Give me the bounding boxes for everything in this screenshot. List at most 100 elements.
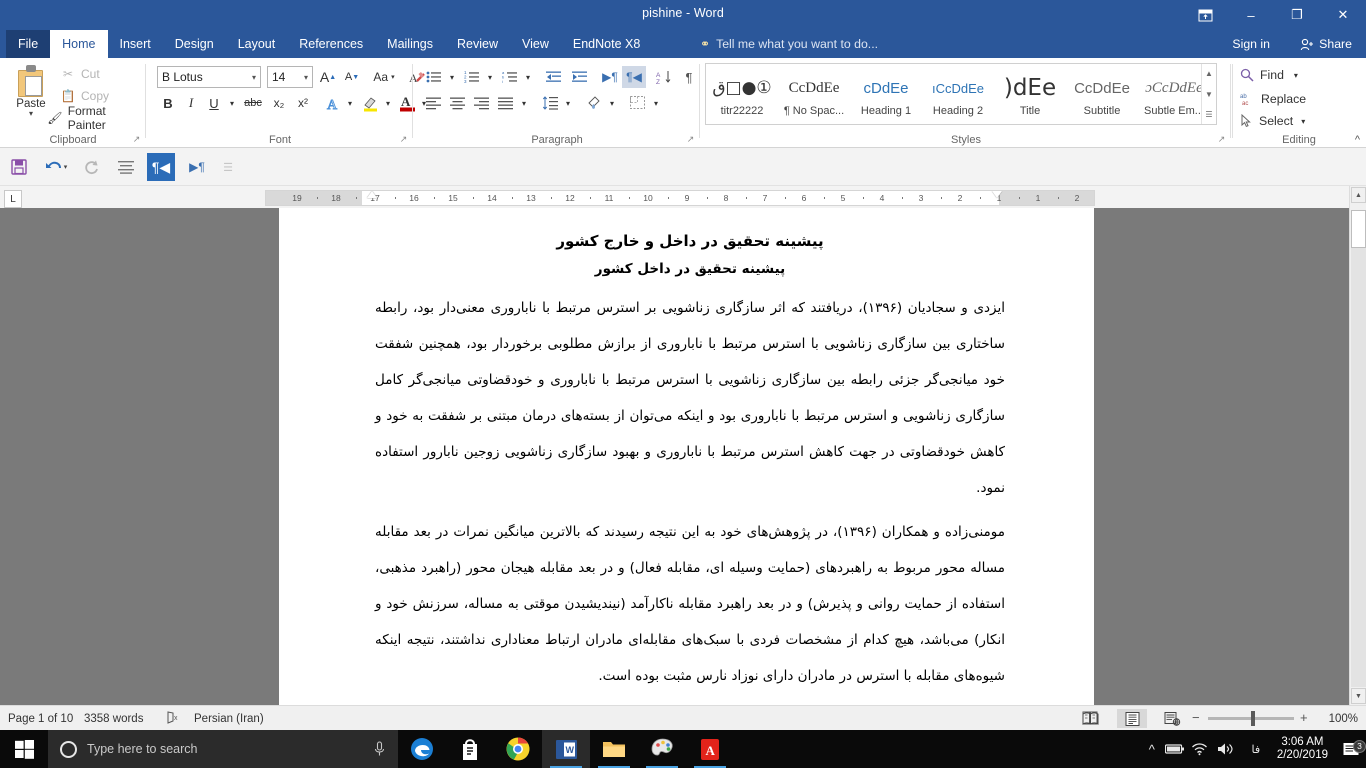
show-formatting-marks-button[interactable]: ¶ — [678, 66, 700, 88]
line-spacing-dropdown[interactable]: ▾ — [562, 92, 574, 114]
taskbar-word-icon[interactable]: W — [542, 730, 590, 768]
zoom-level[interactable]: 100% — [1329, 711, 1358, 727]
scroll-up-icon[interactable]: ▲ — [1202, 64, 1216, 83]
taskbar-acrobat-icon[interactable]: A — [686, 730, 734, 768]
tell-me-search[interactable]: ⚭ Tell me what you want to do... — [700, 30, 878, 58]
search-input[interactable]: Type here to search — [48, 730, 398, 768]
borders-button[interactable] — [626, 92, 650, 114]
scroll-down-button[interactable]: ▼ — [1351, 688, 1366, 704]
align-button[interactable] — [113, 154, 139, 180]
taskbar-edge-icon[interactable] — [398, 730, 446, 768]
horizontal-ruler[interactable]: 1918171615141312111098765432112 — [265, 190, 1095, 206]
taskbar-file-explorer-icon[interactable] — [590, 730, 638, 768]
print-layout-button[interactable] — [1117, 709, 1147, 728]
windows-start-icon[interactable] — [0, 730, 48, 768]
scroll-up-button[interactable]: ▲ — [1351, 187, 1366, 203]
rtl-paragraph-button[interactable]: ¶◀ — [622, 66, 646, 88]
increase-indent-button[interactable] — [568, 66, 592, 88]
line-spacing-button[interactable] — [538, 92, 562, 114]
scrollbar-track[interactable] — [1351, 248, 1366, 687]
chevron-down-icon[interactable]: ▾ — [304, 73, 308, 82]
notifications-button[interactable]: 3 — [1336, 742, 1366, 757]
shading-dropdown[interactable]: ▾ — [606, 92, 618, 114]
clipboard-dialog-launcher[interactable]: ↗ — [131, 134, 142, 145]
font-size-input[interactable]: 14 ▾ — [267, 66, 313, 88]
share-button[interactable]: Share — [1292, 33, 1360, 55]
style-heading-1[interactable]: cDdEe Heading 1 — [850, 64, 922, 124]
ltr-paragraph-button[interactable]: ▶¶ — [598, 66, 622, 88]
chevron-down-icon[interactable]: ▾ — [29, 110, 33, 117]
word-count[interactable]: 3358 words — [84, 711, 143, 727]
borders-dropdown[interactable]: ▾ — [650, 92, 662, 114]
rtl-text-direction-button[interactable]: ¶◀ — [147, 153, 175, 181]
underline-button[interactable]: U — [203, 92, 225, 114]
bold-button[interactable]: B — [157, 92, 179, 114]
tab-endnote-x8[interactable]: EndNote X8 — [561, 30, 652, 58]
justify-button[interactable] — [494, 92, 518, 114]
sort-button[interactable]: AZ — [652, 66, 676, 88]
format-painter-button[interactable]: 🖌 Format Painter — [47, 108, 146, 128]
style-subtle-emphasis[interactable]: ɔCcDdEe Subtle Em... — [1138, 64, 1210, 124]
battery-icon[interactable] — [1165, 743, 1191, 755]
font-name-input[interactable]: B Lotus ▾ — [157, 66, 261, 88]
collapse-ribbon-button[interactable]: ^ — [1355, 134, 1360, 146]
find-button[interactable]: Find ▾ — [1240, 64, 1298, 86]
redo-button[interactable] — [78, 154, 104, 180]
language-indicator[interactable]: Persian (Iran) — [194, 711, 264, 727]
paragraph-dialog-launcher[interactable]: ↗ — [685, 134, 696, 145]
tab-file[interactable]: File — [6, 30, 50, 58]
close-button[interactable]: ✕ — [1320, 0, 1366, 30]
bullets-dropdown[interactable]: ▾ — [446, 66, 458, 88]
style-no-spacing[interactable]: CcDdEe ¶ No Spac... — [778, 64, 850, 124]
save-button[interactable] — [6, 154, 32, 180]
restore-button[interactable]: ❐ — [1274, 0, 1320, 30]
style-title[interactable]: )dЕe Title — [994, 64, 1066, 124]
style-subtitle[interactable]: CcDdEe Subtitle — [1066, 64, 1138, 124]
proofing-errors-icon[interactable]: x — [166, 711, 182, 727]
taskbar-chrome-icon[interactable] — [494, 730, 542, 768]
select-button[interactable]: Select ▾ — [1240, 110, 1305, 132]
zoom-out-button[interactable]: − — [1192, 710, 1200, 725]
highlight-button[interactable] — [358, 92, 382, 114]
taskbar-clock[interactable]: 3:06 AM 2/20/2019 — [1269, 736, 1336, 762]
taskbar-paint-icon[interactable] — [638, 730, 686, 768]
first-line-indent-marker[interactable] — [367, 191, 377, 198]
tab-review[interactable]: Review — [445, 30, 510, 58]
more-commands-button[interactable]: ☰ — [215, 154, 241, 180]
underline-dropdown[interactable]: ▾ — [226, 92, 238, 114]
chevron-down-icon[interactable]: ▾ — [1294, 71, 1298, 80]
text-effects-button[interactable]: A — [322, 92, 344, 114]
grow-font-button[interactable]: A▲ — [317, 66, 339, 88]
subscript-button[interactable]: x₂ — [267, 92, 291, 114]
text-effects-dropdown[interactable]: ▾ — [344, 92, 356, 114]
copy-button[interactable]: 📋 Copy — [60, 86, 109, 106]
multilevel-list-dropdown[interactable]: ▾ — [522, 66, 534, 88]
show-hidden-icons-button[interactable]: ^ — [1139, 742, 1165, 757]
cut-button[interactable]: ✂ Cut — [60, 64, 100, 84]
microphone-icon[interactable] — [373, 741, 386, 757]
tab-view[interactable]: View — [510, 30, 561, 58]
tab-mailings[interactable]: Mailings — [375, 30, 445, 58]
numbering-dropdown[interactable]: ▾ — [484, 66, 496, 88]
justify-dropdown[interactable]: ▾ — [518, 92, 530, 114]
chevron-down-icon[interactable]: ▾ — [252, 73, 256, 82]
page-content[interactable]: پیشینه تحقیق در داخل و خارج کشور پیشینه … — [375, 226, 1005, 720]
tab-references[interactable]: References — [287, 30, 375, 58]
tab-home[interactable]: Home — [50, 30, 107, 58]
volume-icon[interactable] — [1217, 742, 1243, 756]
styles-gallery-scrollbar[interactable]: ▲ ▼ ☰ — [1201, 64, 1216, 124]
zoom-in-button[interactable]: + — [1300, 710, 1308, 725]
wifi-icon[interactable] — [1191, 742, 1217, 756]
tab-design[interactable]: Design — [163, 30, 226, 58]
styles-gallery[interactable]: ق□●① titr22222 CcDdEe ¶ No Spac... cDdEe… — [705, 63, 1217, 125]
scroll-down-icon[interactable]: ▼ — [1202, 85, 1216, 104]
decrease-indent-button[interactable] — [542, 66, 566, 88]
styles-dialog-launcher[interactable]: ↗ — [1216, 134, 1227, 145]
strikethrough-button[interactable]: abc — [240, 92, 266, 114]
align-center-button[interactable] — [446, 92, 470, 114]
change-case-button[interactable]: Aa▾ — [367, 66, 401, 88]
highlight-dropdown[interactable]: ▾ — [382, 92, 394, 114]
style-titr22222[interactable]: ق□●① titr22222 — [706, 64, 778, 124]
align-right-button[interactable] — [470, 92, 494, 114]
read-mode-button[interactable] — [1075, 709, 1105, 728]
